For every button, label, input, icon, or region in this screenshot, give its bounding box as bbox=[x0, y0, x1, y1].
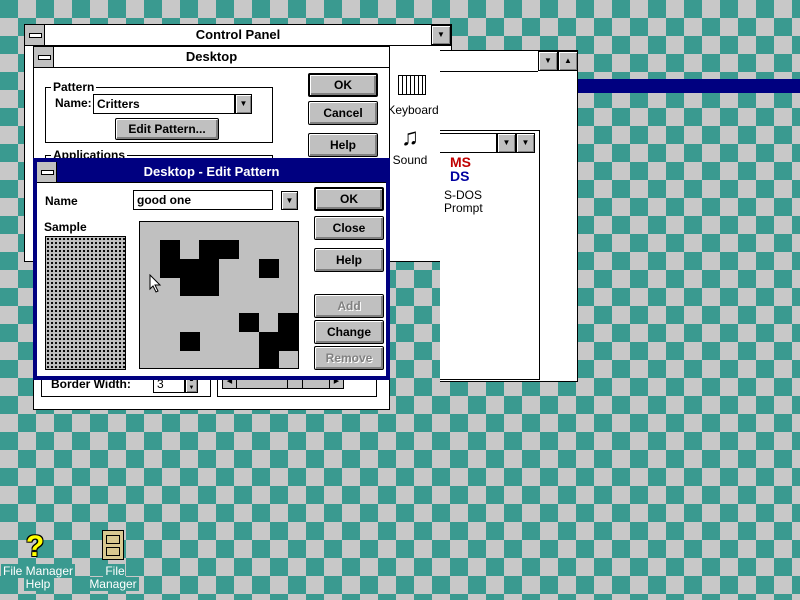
sound-label: Sound bbox=[392, 153, 428, 167]
pattern-name-field[interactable]: Critters bbox=[93, 94, 235, 114]
background-window: ▼ ▲ ▼ ▼ MS DS S-DOS Prompt bbox=[440, 50, 578, 382]
pattern-name-dropdown-arrow[interactable]: ▼ bbox=[235, 94, 252, 114]
edit-pattern-close-button-label: Close bbox=[332, 221, 366, 235]
edit-pattern-ok-button-label: OK bbox=[340, 192, 358, 206]
file-manager-label[interactable]: File Manager bbox=[78, 564, 150, 591]
file-manager-label-line1: File Manager bbox=[89, 564, 139, 591]
file-manager-icon[interactable] bbox=[102, 530, 124, 560]
control-panel-minimize-button[interactable]: ▼ bbox=[431, 25, 451, 45]
pattern-cell[interactable] bbox=[159, 240, 180, 260]
desktop-help-button[interactable]: Help bbox=[308, 133, 378, 157]
msdos-icon[interactable]: MS DS bbox=[450, 155, 480, 185]
edit-pattern-system-menu[interactable] bbox=[37, 162, 57, 182]
edit-pattern-name-field[interactable]: good one bbox=[133, 190, 273, 210]
pattern-cell[interactable] bbox=[199, 258, 220, 278]
edit-pattern-remove-button-label: Remove bbox=[325, 351, 373, 365]
edit-pattern-ok-button[interactable]: OK bbox=[314, 187, 384, 211]
desktop-ok-button[interactable]: OK bbox=[308, 73, 378, 97]
file-manager-help-label[interactable]: File Manager Help bbox=[0, 564, 76, 591]
desktop-cancel-button-label: Cancel bbox=[323, 106, 363, 120]
desktop-dialog-title: Desktop bbox=[185, 49, 238, 64]
pattern-cell[interactable] bbox=[278, 313, 299, 333]
file-cabinet-drawer-top bbox=[106, 535, 120, 544]
pattern-cell[interactable] bbox=[238, 313, 259, 333]
pattern-name-label: Name: bbox=[55, 96, 92, 110]
desktop-dialog-titlebar[interactable]: Desktop bbox=[34, 47, 389, 68]
pattern-editor-grid[interactable] bbox=[139, 221, 299, 369]
edit-pattern-help-button-label: Help bbox=[335, 253, 362, 267]
edit-pattern-dialog: Desktop - Edit Pattern Name good one ▼ S… bbox=[33, 158, 390, 380]
help-icon[interactable]: ? bbox=[20, 530, 50, 564]
edit-pattern-remove-button[interactable]: Remove bbox=[314, 346, 384, 370]
pattern-cell[interactable] bbox=[219, 240, 239, 260]
control-panel-title: Control Panel bbox=[195, 27, 281, 42]
desktop-ok-button-label: OK bbox=[334, 78, 352, 92]
msdos-label-2: Prompt bbox=[444, 201, 483, 215]
control-panel-system-menu[interactable] bbox=[25, 25, 45, 45]
edit-pattern-add-button-label: Add bbox=[337, 299, 361, 313]
pattern-cell[interactable] bbox=[258, 258, 279, 278]
pattern-cell[interactable] bbox=[278, 331, 299, 351]
background-window-dropdown-field bbox=[440, 51, 538, 72]
sound-icon[interactable]: ♫ bbox=[395, 125, 425, 151]
pattern-cell[interactable] bbox=[199, 276, 220, 296]
pattern-grid-cells[interactable] bbox=[140, 222, 299, 369]
pattern-cell[interactable] bbox=[179, 258, 200, 278]
background-window-combo-arrow-2[interactable]: ▼ bbox=[516, 133, 535, 153]
edit-pattern-help-button[interactable]: Help bbox=[314, 248, 384, 272]
desktop-help-button-label: Help bbox=[329, 138, 356, 152]
file-manager-help-label-line2: Help bbox=[23, 577, 53, 591]
edit-pattern-button-label: Edit Pattern... bbox=[128, 122, 206, 136]
background-window-combo bbox=[440, 133, 497, 153]
sample-label: Sample bbox=[44, 220, 87, 234]
background-window-combo-arrow[interactable]: ▼ bbox=[497, 133, 516, 153]
pattern-group-label: Pattern bbox=[51, 80, 97, 94]
desktop-dialog-system-menu[interactable] bbox=[34, 47, 54, 67]
control-panel-titlebar[interactable]: Control Panel ▼ bbox=[25, 25, 451, 46]
pattern-cell[interactable] bbox=[258, 349, 279, 369]
edit-pattern-title: Desktop - Edit Pattern bbox=[143, 164, 280, 179]
background-window-scroll-arrow[interactable]: ▲ bbox=[558, 51, 578, 71]
mouse-cursor-icon bbox=[149, 273, 163, 294]
edit-pattern-change-button[interactable]: Change bbox=[314, 320, 384, 344]
edit-pattern-change-button-label: Change bbox=[326, 325, 371, 339]
file-cabinet-drawer-bottom bbox=[106, 547, 120, 556]
pattern-cell[interactable] bbox=[199, 240, 220, 260]
keyboard-icon[interactable] bbox=[398, 75, 426, 95]
pattern-sample-preview bbox=[45, 236, 126, 370]
edit-pattern-name-dropdown-arrow[interactable]: ▼ bbox=[281, 191, 298, 210]
background-window-dropdown-arrow[interactable]: ▼ bbox=[538, 51, 558, 71]
edit-pattern-close-button[interactable]: Close bbox=[314, 216, 384, 240]
desktop-cancel-button[interactable]: Cancel bbox=[308, 101, 378, 125]
pattern-cell[interactable] bbox=[179, 331, 200, 351]
file-manager-help-label-line1: File Manager bbox=[0, 564, 76, 578]
cursor-arrow-svg bbox=[149, 273, 162, 293]
pattern-cell[interactable] bbox=[258, 331, 279, 351]
edit-pattern-add-button[interactable]: Add bbox=[314, 294, 384, 318]
msdos-label: S-DOS bbox=[444, 188, 483, 202]
edit-pattern-button[interactable]: Edit Pattern... bbox=[115, 118, 219, 140]
edit-pattern-name-label: Name bbox=[45, 194, 78, 208]
pattern-cell[interactable] bbox=[179, 276, 200, 296]
edit-pattern-titlebar[interactable]: Desktop - Edit Pattern bbox=[37, 162, 386, 183]
